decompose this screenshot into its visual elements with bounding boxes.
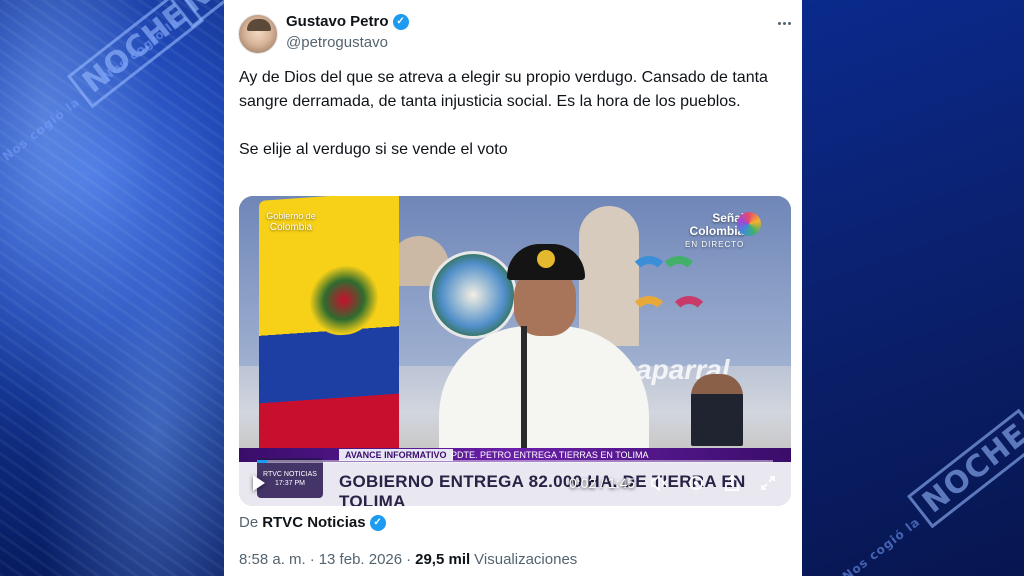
volume-mute-icon[interactable] xyxy=(651,474,669,492)
video-progress-fill xyxy=(257,460,268,463)
views-count: 29,5 mil xyxy=(415,551,471,568)
video-microphone xyxy=(521,326,527,456)
avatar-hat xyxy=(247,19,271,31)
channel-logo: Señal Colombia EN DIRECTO xyxy=(685,211,745,250)
share-icon[interactable] xyxy=(723,474,741,492)
video-controls: 0:02 / 1:45 xyxy=(239,470,791,496)
author-handle[interactable]: @petrogustavo xyxy=(286,34,388,51)
tweet-meta: 8:58 a. m. · 13 feb. 2026 · 29,5 mil Vis… xyxy=(239,551,577,568)
tweet-text: Ay de Dios del que se atreva a elegir su… xyxy=(239,66,779,186)
video-time: 0:02 / 1:45 xyxy=(569,475,636,491)
fullscreen-icon[interactable] xyxy=(759,474,777,492)
video-progress-bar[interactable] xyxy=(257,460,773,463)
video-sign-interpreter xyxy=(691,374,743,446)
source-link[interactable]: RTVC Noticias xyxy=(262,514,365,531)
author-avatar[interactable] xyxy=(238,14,278,54)
video-source: De RTVC Noticias ✓ xyxy=(239,514,386,531)
video-event-logo xyxy=(429,251,517,339)
video-rings-logo xyxy=(629,256,729,346)
views-label: Visualizaciones xyxy=(474,551,578,568)
gov-colombia-logo: Gobierno de Colombia xyxy=(266,211,316,233)
embedded-video[interactable]: haparral Gobierno de Colombia Señal Colo… xyxy=(239,196,791,506)
source-prefix: De xyxy=(239,514,259,531)
video-colombia-flag xyxy=(259,196,399,471)
tweet-paragraph: Ay de Dios del que se atreva a elegir su… xyxy=(239,69,768,110)
verified-badge-icon: ✓ xyxy=(392,13,409,30)
tweet-date[interactable]: 13 feb. 2026 xyxy=(319,551,402,568)
more-icon[interactable] xyxy=(774,14,794,32)
verified-badge-icon: ✓ xyxy=(369,514,386,531)
author-name-row: Gustavo Petro ✓ xyxy=(286,13,409,30)
play-icon[interactable] xyxy=(253,475,265,491)
settings-icon[interactable] xyxy=(687,474,705,492)
meta-separator: · xyxy=(406,551,412,568)
channel-swirl-icon xyxy=(737,212,761,236)
author-name[interactable]: Gustavo Petro xyxy=(286,13,389,30)
flag-crest xyxy=(309,262,379,338)
meta-separator: · xyxy=(309,551,315,568)
tweet-time[interactable]: 8:58 a. m. xyxy=(239,551,306,568)
video-controls-right xyxy=(651,470,777,496)
tweet-paragraph: Se elije al verdugo si se vende el voto xyxy=(239,141,508,158)
